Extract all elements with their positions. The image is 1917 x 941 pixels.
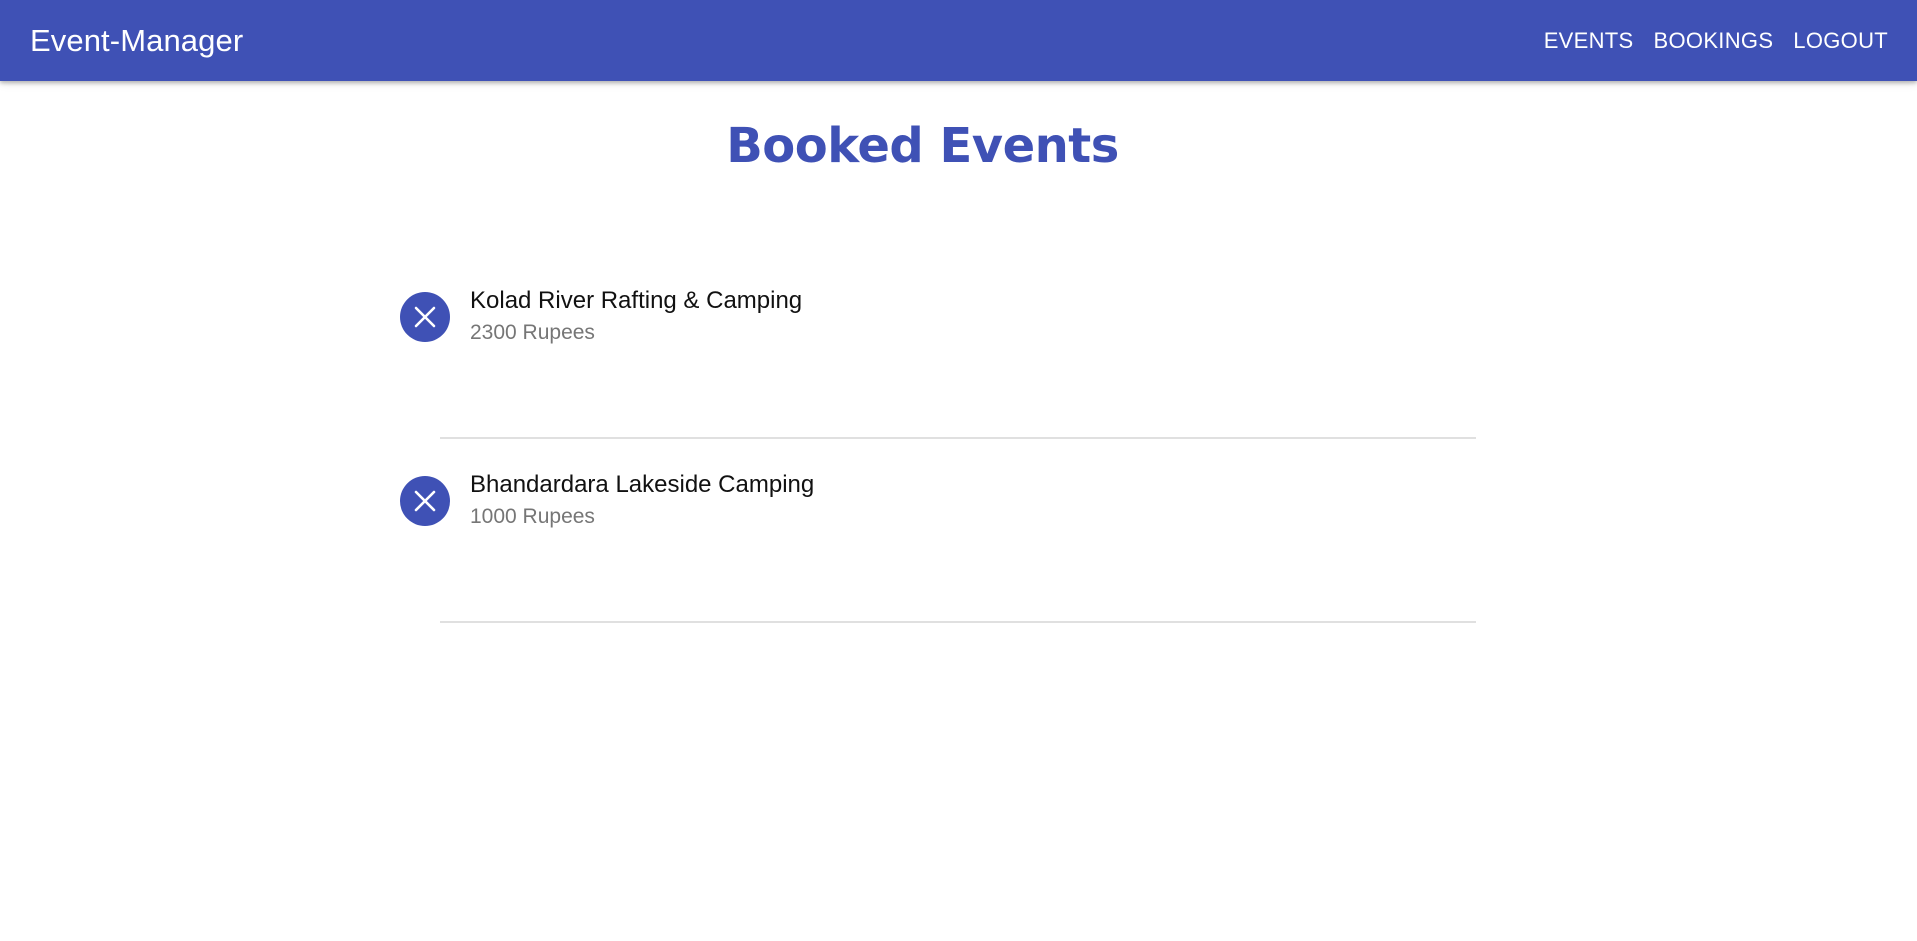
nav-logout-link[interactable]: LOGOUT [1783,20,1898,62]
list-divider [440,621,1476,623]
close-icon [414,306,436,328]
event-price: 2300 Rupees [470,321,595,344]
list-item-text: Kolad River Rafting & Camping 2300 Rupee… [470,286,802,347]
brand-logo[interactable]: Event-Manager [30,23,243,59]
nav-events-link[interactable]: EVENTS [1534,20,1644,62]
list-item: Bhandardara Lakeside Camping 1000 Rupees [400,439,1476,623]
nav-bookings-link[interactable]: BOOKINGS [1644,20,1784,62]
page-title: Booked Events [726,118,1119,174]
list-item: Kolad River Rafting & Camping 2300 Rupee… [400,255,1476,439]
cancel-booking-button[interactable] [400,476,450,526]
booked-events-list: Kolad River Rafting & Camping 2300 Rupee… [400,255,1476,623]
app-bar: Event-Manager EVENTS BOOKINGS LOGOUT [0,0,1917,81]
event-price: 1000 Rupees [470,505,595,528]
event-title: Bhandardara Lakeside Camping [470,471,815,498]
event-title: Kolad River Rafting & Camping [470,287,803,314]
close-icon [414,490,436,512]
top-nav: EVENTS BOOKINGS LOGOUT [1534,20,1898,62]
cancel-booking-button[interactable] [400,292,450,342]
list-item-text: Bhandardara Lakeside Camping 1000 Rupees [470,470,814,531]
